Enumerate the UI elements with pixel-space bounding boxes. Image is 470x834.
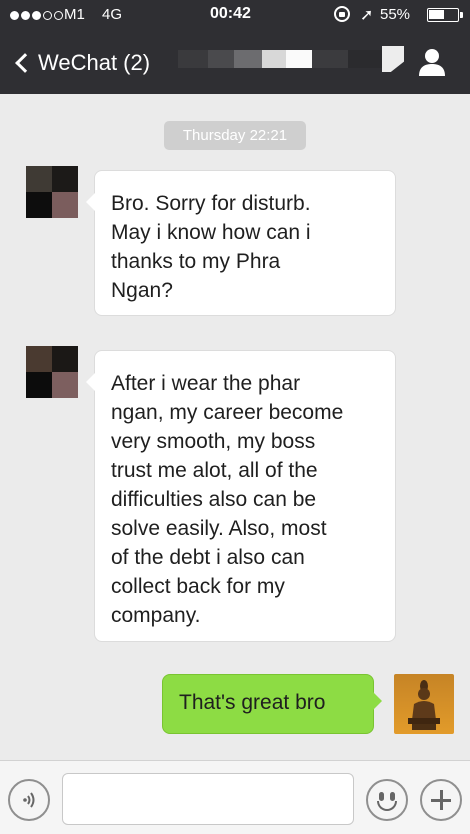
message-input[interactable] <box>62 773 354 825</box>
battery-icon <box>427 8 459 22</box>
emoji-button[interactable] <box>366 779 408 821</box>
message-text: That's great bro <box>179 691 326 714</box>
battery-percentage: 55% <box>380 6 411 23</box>
person-icon <box>419 49 445 76</box>
voice-icon <box>23 792 35 808</box>
sender-avatar[interactable] <box>26 166 78 218</box>
navigation-bar: WeChat (2) <box>0 30 470 94</box>
emoji-eye <box>379 792 384 801</box>
location-arrow-icon: ➚ <box>360 7 374 24</box>
plus-button[interactable] <box>420 779 462 821</box>
message-text: After i wear the phar ngan, my career be… <box>111 372 344 627</box>
back-button-label: WeChat (2) <box>38 50 151 75</box>
voice-button[interactable] <box>8 779 50 821</box>
contact-name-redacted <box>178 46 406 72</box>
message-text: Bro. Sorry for disturb. May i know how c… <box>111 192 311 302</box>
emoji-eye <box>390 792 395 801</box>
contact-info-button[interactable] <box>416 46 448 78</box>
bubble-tail <box>373 692 382 710</box>
message-bubble-outgoing[interactable]: That's great bro <box>162 674 382 734</box>
chevron-left-icon <box>15 53 35 73</box>
network-type: 4G <box>102 6 123 23</box>
message-bubble-incoming[interactable]: After i wear the phar ngan, my career be… <box>86 350 396 642</box>
rotation-lock-icon <box>334 6 350 22</box>
chat-timestamp: Thursday 22:21 <box>164 121 306 150</box>
status-bar: M1 4G 00:42 ➚ 55% <box>0 0 470 30</box>
input-bar <box>0 760 470 834</box>
battery-fill <box>429 10 444 19</box>
sender-avatar[interactable] <box>26 346 78 398</box>
carrier-name: M1 <box>64 6 85 23</box>
back-button[interactable]: WeChat (2) <box>12 50 150 76</box>
status-time: 00:42 <box>210 5 251 22</box>
signal-strength-icon <box>10 11 63 20</box>
bubble-tail <box>86 373 95 391</box>
bubble-tail <box>86 193 95 211</box>
emoji-mouth <box>377 801 397 811</box>
top-bar: M1 4G 00:42 ➚ 55% WeChat (2) <box>0 0 470 94</box>
my-avatar[interactable] <box>394 674 454 734</box>
battery-nub <box>460 12 463 18</box>
buddha-amulet-image <box>408 680 440 730</box>
message-bubble-incoming[interactable]: Bro. Sorry for disturb. May i know how c… <box>86 170 396 316</box>
